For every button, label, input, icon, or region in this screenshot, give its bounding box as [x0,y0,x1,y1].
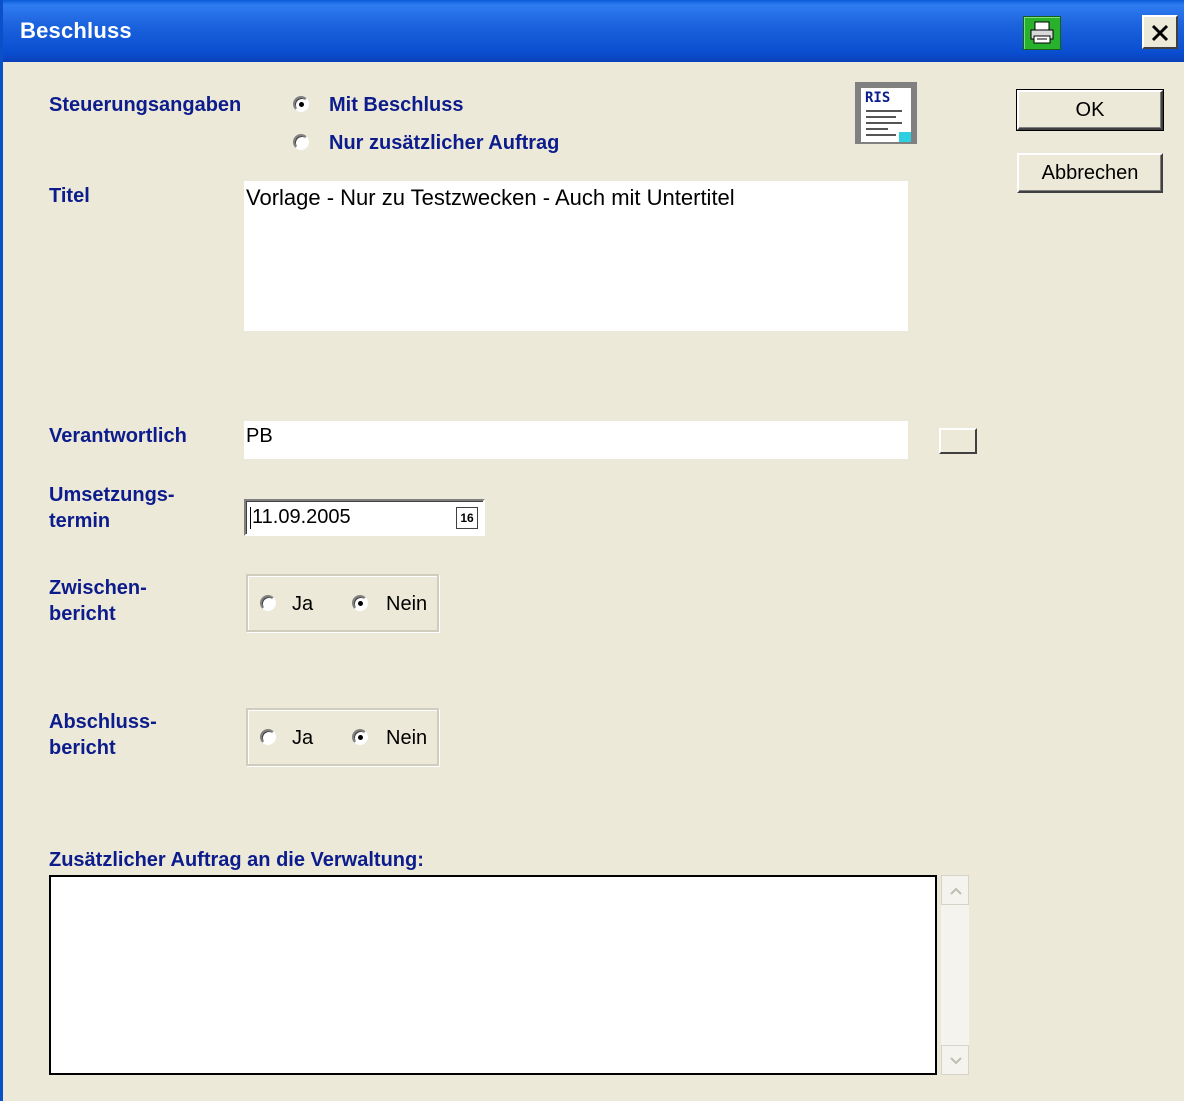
zwischenbericht-ja-label[interactable]: Ja [292,592,313,616]
abschlussbericht-label-line1: Abschluss- [49,711,157,733]
radio-nur-auftrag-label[interactable]: Nur zusätzlicher Auftrag [329,131,559,155]
zwischenbericht-label-line2: bericht [49,603,116,625]
verantwortlich-label: Verantwortlich [49,425,187,447]
scroll-down-button[interactable] [941,1045,969,1075]
titel-field[interactable]: Vorlage - Nur zu Testzwecken - Auch mit … [244,181,908,331]
umsetzung-date-value: 11.09.2005 [252,506,351,528]
verantwortlich-field[interactable]: PB [244,421,908,459]
umsetzung-label-line2: termin [49,510,111,532]
auftrag-scrollbar[interactable] [941,875,969,1075]
zwischenbericht-nein-label[interactable]: Nein [386,592,427,616]
text-caret [250,507,251,529]
umsetzung-label-line1: Umsetzungs- [49,484,175,506]
dialog-window: Beschluss Steuerungsangaben Mit Beschlus… [0,0,1184,1101]
radio-nur-auftrag[interactable] [293,134,309,150]
scroll-up-button[interactable] [941,875,969,905]
close-icon[interactable] [1142,15,1178,49]
calendar-icon[interactable]: 16 [456,507,478,529]
window-title: Beschluss [20,18,132,43]
radio-mit-beschluss[interactable] [293,96,309,112]
cancel-button[interactable]: Abbrechen [1017,153,1163,193]
auftrag-textarea[interactable] [49,875,937,1075]
abschlussbericht-label-line2: bericht [49,737,116,759]
abschlussbericht-ja-radio[interactable] [260,729,276,745]
steuerung-label: Steuerungsangaben [49,94,242,116]
zwischenbericht-nein-radio[interactable] [352,595,368,611]
chevron-up-icon [950,887,962,895]
auftrag-label: Zusätzlicher Auftrag an die Verwaltung: [49,849,424,871]
zwischenbericht-group: Ja Nein [246,574,439,632]
abschlussbericht-group: Ja Nein [246,708,439,766]
ris-logo-text: RIS [865,90,891,106]
verantwortlich-lookup-button[interactable] [939,428,977,454]
zwischenbericht-ja-radio[interactable] [260,595,276,611]
abschlussbericht-ja-label[interactable]: Ja [292,726,313,750]
ris-logo: RIS [855,82,917,144]
umsetzung-date-field[interactable]: 11.09.2005 16 [244,499,485,536]
printer-icon[interactable] [1023,16,1061,50]
radio-mit-beschluss-label[interactable]: Mit Beschluss [329,93,463,117]
zwischenbericht-label-line1: Zwischen- [49,577,147,599]
titel-label: Titel [49,185,90,207]
chevron-down-icon [950,1057,962,1065]
abschlussbericht-nein-label[interactable]: Nein [386,726,427,750]
ok-button[interactable]: OK [1016,89,1164,131]
title-bar[interactable]: Beschluss [3,0,1184,62]
abschlussbericht-nein-radio[interactable] [352,729,368,745]
